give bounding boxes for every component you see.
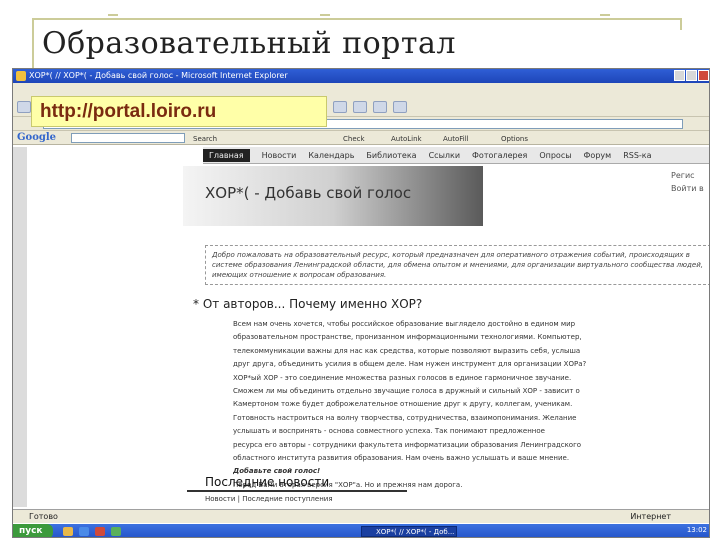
start-button[interactable]: пуск — [13, 524, 53, 537]
nav-home[interactable]: Главная — [203, 148, 250, 162]
frame-tick — [320, 14, 330, 16]
quicklaunch-icon[interactable] — [111, 527, 121, 536]
web-page: Главная Новости Календарь Библиотека Ссы… — [183, 147, 709, 527]
login-link[interactable]: Войти в — [671, 182, 704, 195]
quicklaunch-icon[interactable] — [79, 527, 89, 536]
nav-rss[interactable]: RSS-ка — [623, 151, 651, 160]
nav-polls[interactable]: Опросы — [539, 151, 571, 160]
authors-heading: * От авторов... Почему именно ХОР? — [193, 297, 423, 311]
window-title: ХОР*( // ХОР*( - Добавь свой голос - Mic… — [29, 71, 288, 80]
discuss-button[interactable] — [393, 101, 407, 113]
left-margin-strip — [13, 147, 27, 507]
nav-gallery[interactable]: Фотогалерея — [472, 151, 527, 160]
authors-line: образовательном пространстве, пронизанно… — [233, 333, 582, 342]
maximize-button[interactable] — [686, 70, 697, 81]
minimize-button[interactable] — [674, 70, 685, 81]
nav-forum[interactable]: Форум — [584, 151, 612, 160]
taskbar: пуск ХОР*( // ХОР*( - Доб... 13:02 — [13, 524, 709, 537]
google-search-button[interactable]: Search — [193, 132, 217, 146]
back-button[interactable] — [17, 101, 31, 113]
frame-top-line — [32, 18, 682, 20]
authors-line: областного института развития образовани… — [233, 454, 570, 463]
authors-line: Готовность настроиться на волну творчест… — [233, 413, 577, 422]
browser-screenshot: ХОР*( // ХОР*( - Добавь свой голос - Mic… — [12, 68, 710, 538]
status-bar: Готово Интернет — [13, 509, 709, 523]
authors-line: Всем нам очень хочется, чтобы российское… — [233, 320, 576, 328]
authors-line: Сможем ли мы объединить отдельно звучащи… — [233, 387, 580, 396]
google-autolink-button[interactable]: AutoLink — [391, 132, 422, 146]
google-autofill-button[interactable]: AutoFill — [443, 132, 469, 146]
browser-title-bar: ХОР*( // ХОР*( - Добавь свой голос - Mic… — [13, 69, 709, 83]
nav-links[interactable]: Ссылки — [429, 151, 460, 160]
auth-links: Регис Войти в — [671, 169, 704, 195]
frame-tick — [108, 14, 118, 16]
print-button[interactable] — [353, 101, 367, 113]
taskbar-ie-item[interactable]: ХОР*( // ХОР*( - Доб... — [361, 526, 457, 537]
google-search-input[interactable] — [71, 133, 185, 143]
clock: 13:02 — [686, 526, 707, 534]
google-check-button[interactable]: Check — [343, 132, 365, 146]
register-link[interactable]: Регис — [671, 169, 704, 182]
quicklaunch-icon[interactable] — [95, 527, 105, 536]
authors-line: ресурса его авторы - сотрудники факульте… — [233, 440, 582, 449]
frame-left-line — [32, 18, 34, 68]
edit-button[interactable] — [373, 101, 387, 113]
frame-right-line — [680, 18, 682, 30]
authors-line: друг друга, объединить усилия в общем де… — [233, 360, 587, 369]
banner-title: ХОР*( - Добавь свой голос — [205, 184, 412, 202]
quicklaunch-icon[interactable] — [63, 527, 73, 536]
site-banner: ХОР*( - Добавь свой голос — [183, 166, 483, 226]
status-text: Готово — [29, 512, 58, 521]
google-toolbar: Google Search Check AutoLink AutoFill Op… — [13, 131, 709, 146]
nav-news[interactable]: Новости — [262, 151, 297, 160]
menu-bar — [13, 83, 709, 97]
google-logo: Google — [17, 132, 57, 143]
news-heading: Последние новости — [205, 475, 330, 489]
status-zone: Интернет — [630, 512, 671, 521]
authors-line: услышать и воспринять - основа совместно… — [233, 427, 545, 436]
window-controls — [674, 70, 709, 81]
news-divider — [187, 490, 407, 492]
authors-text: Всем нам очень хочется, чтобы российское… — [233, 320, 709, 494]
nav-library[interactable]: Библиотека — [366, 151, 416, 160]
news-links[interactable]: Новости | Последние поступления — [205, 495, 333, 503]
slide-title: Образовательный портал — [42, 26, 456, 61]
nav-calendar[interactable]: Календарь — [308, 151, 354, 160]
google-options-button[interactable]: Options — [501, 132, 528, 146]
ie-icon — [16, 71, 26, 81]
authors-line: Камертоном тоже будет доброжелательное о… — [233, 400, 573, 409]
close-button[interactable] — [698, 70, 709, 81]
authors-line: телекоммуникации важны для нас как средс… — [233, 346, 581, 355]
mail-button[interactable] — [333, 101, 347, 113]
authors-line: ХОР*ый ХОР - это соединение множества ра… — [233, 373, 572, 382]
frame-tick — [600, 14, 610, 16]
site-nav: Главная Новости Календарь Библиотека Ссы… — [203, 147, 709, 164]
welcome-text: Добро пожаловать на образовательный ресу… — [205, 245, 709, 285]
portal-url-label: http://portal.loiro.ru — [31, 96, 327, 127]
